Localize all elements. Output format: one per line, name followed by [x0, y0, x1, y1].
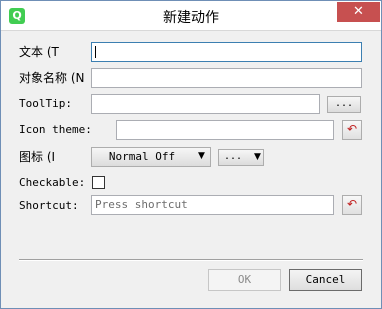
- ok-button[interactable]: OK: [208, 269, 281, 291]
- shortcut-input[interactable]: Press shortcut: [91, 195, 334, 215]
- icon-browse-button[interactable]: ... ▼: [218, 149, 264, 166]
- text-caret: [95, 46, 96, 58]
- tooltip-edit-button[interactable]: ...: [327, 96, 361, 113]
- icon-mode-dropdown[interactable]: Normal Off ▼: [91, 147, 211, 167]
- separator-line: [19, 259, 363, 261]
- text-input[interactable]: [91, 42, 362, 62]
- dialog-content: 文本 (T 对象名称 (N ToolTip: ... Icon theme: ↶…: [6, 32, 376, 303]
- icon-browse-label: ...: [224, 151, 243, 162]
- shortcut-reset-button[interactable]: ↶: [342, 195, 362, 215]
- icon-theme-input[interactable]: [116, 120, 334, 140]
- tooltip-input[interactable]: [91, 94, 320, 114]
- tooltip-label: ToolTip:: [19, 97, 72, 110]
- object-name-input[interactable]: [91, 68, 362, 88]
- title-bar: Q 新建动作 ✕: [1, 1, 381, 31]
- text-label: 文本 (T: [19, 45, 59, 59]
- shortcut-label: Shortcut:: [19, 199, 79, 212]
- icon-theme-label: Icon theme:: [19, 123, 92, 136]
- icon-theme-reset-button[interactable]: ↶: [342, 120, 362, 140]
- icon-label: 图标 (I: [19, 150, 56, 164]
- checkable-label: Checkable:: [19, 176, 86, 189]
- icon-browse-chevron-icon: ▼: [254, 152, 261, 162]
- checkable-checkbox[interactable]: [92, 176, 105, 189]
- close-button[interactable]: ✕: [337, 2, 380, 22]
- object-name-label: 对象名称 (N: [19, 71, 85, 85]
- new-action-dialog: Q 新建动作 ✕ 文本 (T 对象名称 (N ToolTip: ... Icon…: [0, 0, 382, 309]
- cancel-button[interactable]: Cancel: [289, 269, 362, 291]
- shortcut-placeholder: Press shortcut: [95, 198, 188, 211]
- chevron-down-icon: ▼: [198, 151, 205, 161]
- icon-mode-value: Normal Off: [108, 150, 176, 163]
- dialog-title: 新建动作: [163, 10, 219, 26]
